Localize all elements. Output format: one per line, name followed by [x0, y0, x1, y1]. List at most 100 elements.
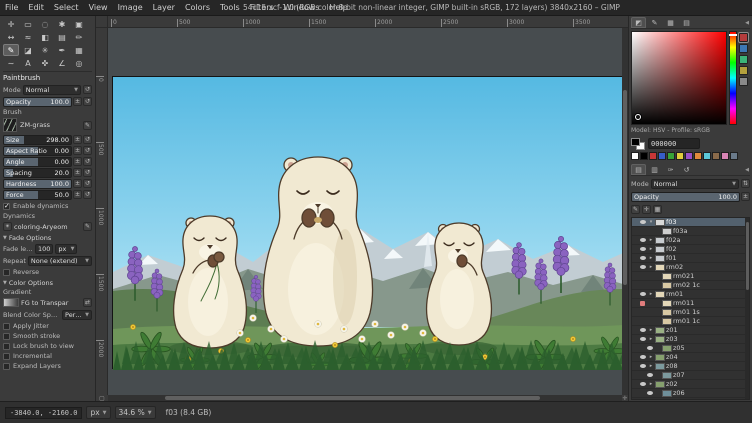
layer-row[interactable]: rm021 — [632, 272, 749, 281]
color-marker[interactable] — [635, 114, 641, 120]
menu-item[interactable]: Layer — [148, 3, 180, 12]
color-selector-tab[interactable] — [739, 33, 748, 42]
layer-lock-button[interactable]: ✎ — [631, 205, 640, 214]
layer-visibility-toggle[interactable] — [639, 337, 647, 341]
fade-unit-dropdown[interactable]: px ▼ — [55, 244, 77, 254]
dock-tab[interactable]: ▥ — [647, 164, 662, 175]
color-history-swatch[interactable] — [694, 152, 702, 160]
gradient-reverse-button[interactable]: ⇄ — [83, 298, 92, 307]
menu-item[interactable]: Edit — [23, 3, 49, 12]
tool-button[interactable]: A — [20, 57, 36, 69]
slider-stepper[interactable]: ± — [73, 168, 82, 177]
menu-item[interactable]: Filters — [245, 3, 279, 12]
gradient-value[interactable]: FG to Transpar — [21, 299, 81, 307]
layer-opacity-stepper[interactable]: ± — [741, 192, 750, 201]
toggle-checkbox[interactable] — [3, 323, 10, 330]
layer-expander[interactable]: ▸ — [648, 354, 654, 360]
dock-tab[interactable]: ✑ — [663, 164, 678, 175]
tool-button[interactable]: ≈ — [20, 31, 36, 43]
tool-button[interactable]: ◧ — [37, 31, 53, 43]
layer-expander[interactable]: ▸ — [648, 291, 654, 297]
tool-button[interactable]: ✛ — [3, 18, 19, 30]
layer-visibility-toggle[interactable] — [639, 355, 647, 359]
gradient-thumbnail[interactable] — [3, 298, 19, 307]
tool-button[interactable]: ∠ — [54, 57, 70, 69]
color-selector-tab[interactable] — [739, 66, 748, 75]
layer-list-scrollbar-thumb[interactable] — [746, 222, 749, 291]
vertical-ruler[interactable]: 0500100015002000 — [96, 28, 108, 395]
color-history-swatch[interactable] — [712, 152, 720, 160]
color-history-swatch[interactable] — [631, 152, 639, 160]
layer-visibility-toggle[interactable] — [639, 247, 647, 251]
menu-item[interactable]: Tools — [215, 3, 245, 12]
brush-thumbnail[interactable] — [3, 118, 17, 132]
horizontal-ruler[interactable]: 0500100015002000250030003500 — [108, 16, 628, 28]
layer-expander[interactable]: ▾ — [648, 219, 654, 225]
layer-expander[interactable]: ▸ — [648, 246, 654, 252]
tool-toggle-row[interactable]: Apply Jitter — [3, 321, 92, 331]
layer-visibility-toggle[interactable] — [639, 220, 647, 224]
tool-button[interactable]: ▦ — [71, 44, 87, 56]
layer-visibility-toggle[interactable] — [639, 292, 647, 296]
brush-edit-button[interactable]: ✎ — [83, 121, 92, 130]
layer-row[interactable]: ▸ z02 — [632, 380, 749, 389]
slider-reset-button[interactable]: ↺ — [83, 190, 92, 199]
reverse-checkbox[interactable] — [3, 269, 10, 276]
dock-tab[interactable]: ✎ — [647, 17, 662, 28]
layer-row[interactable]: rm01 1c — [632, 317, 749, 326]
slider-stepper[interactable]: ± — [73, 179, 82, 188]
color-history-swatch[interactable] — [649, 152, 657, 160]
vertical-scrollbar[interactable] — [622, 28, 628, 395]
vertical-scrollbar-thumb[interactable] — [623, 90, 627, 285]
slider-reset-button[interactable]: ↺ — [83, 179, 92, 188]
foreground-color-swatch[interactable] — [631, 138, 640, 146]
dock-tab[interactable]: ▦ — [663, 17, 678, 28]
layer-row[interactable]: z06 — [632, 389, 749, 398]
color-history-swatch[interactable] — [667, 152, 675, 160]
layer-expander[interactable]: ▸ — [648, 363, 654, 369]
slider-reset-button[interactable]: ↺ — [83, 135, 92, 144]
menu-item[interactable]: Windows — [279, 3, 325, 12]
layer-visibility-toggle[interactable] — [639, 382, 647, 386]
dock-menu-button[interactable]: ◀ — [745, 167, 750, 173]
layer-row[interactable]: ▸ f01 — [632, 254, 749, 263]
opacity-slider[interactable]: Opacity 100.0 — [3, 97, 72, 107]
menu-item[interactable]: File — [0, 3, 23, 12]
color-history-swatch[interactable] — [658, 152, 666, 160]
color-history-swatch[interactable] — [703, 152, 711, 160]
slider-reset-button[interactable]: ↺ — [83, 157, 92, 166]
ruler-corner[interactable] — [96, 16, 108, 28]
layer-row[interactable]: ▾ f03 — [632, 218, 749, 227]
menu-item[interactable]: View — [84, 3, 113, 12]
layer-expander[interactable]: ▸ — [648, 381, 654, 387]
layer-row[interactable]: ▸ z08 — [632, 362, 749, 371]
color-history-swatch[interactable] — [685, 152, 693, 160]
tool-button[interactable]: ▣ — [71, 18, 87, 30]
layer-expander[interactable]: ▸ — [648, 336, 654, 342]
image-canvas[interactable] — [112, 76, 622, 369]
dock-tab[interactable]: ↺ — [679, 164, 694, 175]
fg-bg-colors[interactable] — [631, 138, 645, 150]
layer-lock-button[interactable]: ▦ — [653, 205, 662, 214]
tool-button[interactable]: ▤ — [54, 31, 70, 43]
slider-stepper[interactable]: ± — [73, 190, 82, 199]
color-selector-tab[interactable] — [739, 55, 748, 64]
layer-mode-switch-button[interactable]: ⇅ — [741, 179, 750, 188]
reverse-row[interactable]: Reverse — [3, 267, 92, 277]
tool-button[interactable]: ◪ — [20, 44, 36, 56]
menu-item[interactable]: Colors — [180, 3, 215, 12]
zoom-dropdown[interactable]: 34.6 % ▼ — [115, 406, 156, 419]
layer-row[interactable]: f03a — [632, 227, 749, 236]
slider-stepper[interactable]: ± — [73, 157, 82, 166]
canvas-viewport[interactable] — [108, 28, 622, 395]
fade-length-input[interactable]: 100 — [35, 244, 53, 254]
hue-strip[interactable] — [729, 31, 737, 125]
tool-toggle-row[interactable]: Expand Layers — [3, 361, 92, 371]
slider-stepper[interactable]: ± — [73, 135, 82, 144]
tool-button[interactable]: ◌ — [37, 18, 53, 30]
dock-tab[interactable]: ▤ — [631, 164, 646, 175]
unit-dropdown[interactable]: px ▼ — [86, 406, 110, 419]
color-selector-tab[interactable] — [739, 44, 748, 53]
enable-dynamics-row[interactable]: Enable dynamics — [3, 201, 92, 211]
tool-button[interactable]: ✜ — [37, 57, 53, 69]
